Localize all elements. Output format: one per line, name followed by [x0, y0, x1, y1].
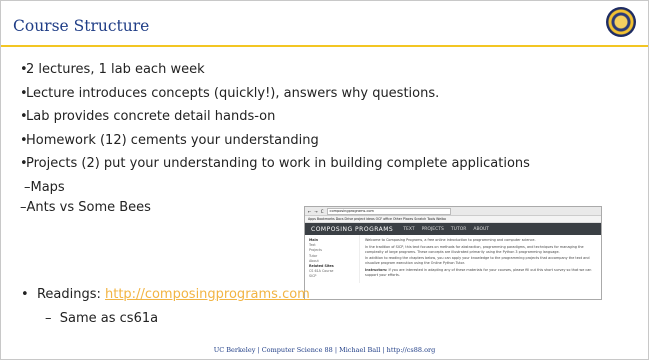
- browser-toolbar: ← → C composingprograms.com: [305, 207, 601, 216]
- site-main: Welcome to Composing Programs, a free on…: [365, 238, 592, 277]
- title-bar: Course Structure: [1, 1, 648, 47]
- site-body: Main Text Projects Tutor About Related S…: [305, 235, 601, 283]
- bookmarks-bar: Apps Bookmarks Docs Drive project ideas …: [305, 216, 601, 223]
- readings-link[interactable]: http://composingprograms.com: [105, 287, 310, 302]
- bullet-item: •Lecture introduces concepts (quickly!),…: [20, 85, 440, 101]
- uc-seal-icon: [606, 7, 636, 37]
- bullet-list: •2 lectures, 1 lab each week •Lecture in…: [20, 58, 530, 199]
- reload-icon: C: [320, 208, 324, 214]
- sub-item-maps: –Maps: [24, 179, 65, 195]
- site-brand: COMPOSING PROGRAMS: [311, 225, 394, 233]
- title-divider: [1, 45, 648, 47]
- readings-sub-item: – Same as cs61a: [45, 311, 159, 326]
- bullet-item: •2 lectures, 1 lab each week: [20, 62, 205, 77]
- slide-title: Course Structure: [13, 17, 150, 35]
- browser-screenshot: ← → C composingprograms.com Apps Bookmar…: [304, 206, 602, 300]
- site-nav: COMPOSING PROGRAMS TEXT PROJECTS TUTOR ABOU…: [305, 223, 601, 235]
- slide-footer: UC Berkeley | Computer Science 88 | Mich…: [213, 346, 436, 354]
- back-icon: ←: [308, 208, 312, 214]
- site-nav-links: TEXT PROJECTS TUTOR ABOUT: [403, 227, 490, 232]
- bullet-item: •Projects (2) put your understanding to …: [20, 156, 530, 171]
- readings-bullet: • Readings: http://composingprograms.com: [21, 287, 310, 302]
- sub-item-ants: –Ants vs Some Bees: [20, 200, 151, 215]
- address-bar: composingprograms.com: [326, 207, 451, 215]
- slide: Course Structure •2 lectures, 1 lab each…: [0, 0, 649, 360]
- bullet-item: •Lab provides concrete detail hands-on: [20, 109, 276, 124]
- bullet-item: •Homework (12) cements your understandin…: [20, 132, 319, 148]
- site-sidebar: Main Text Projects Tutor About Related S…: [305, 235, 360, 283]
- forward-icon: →: [314, 208, 318, 214]
